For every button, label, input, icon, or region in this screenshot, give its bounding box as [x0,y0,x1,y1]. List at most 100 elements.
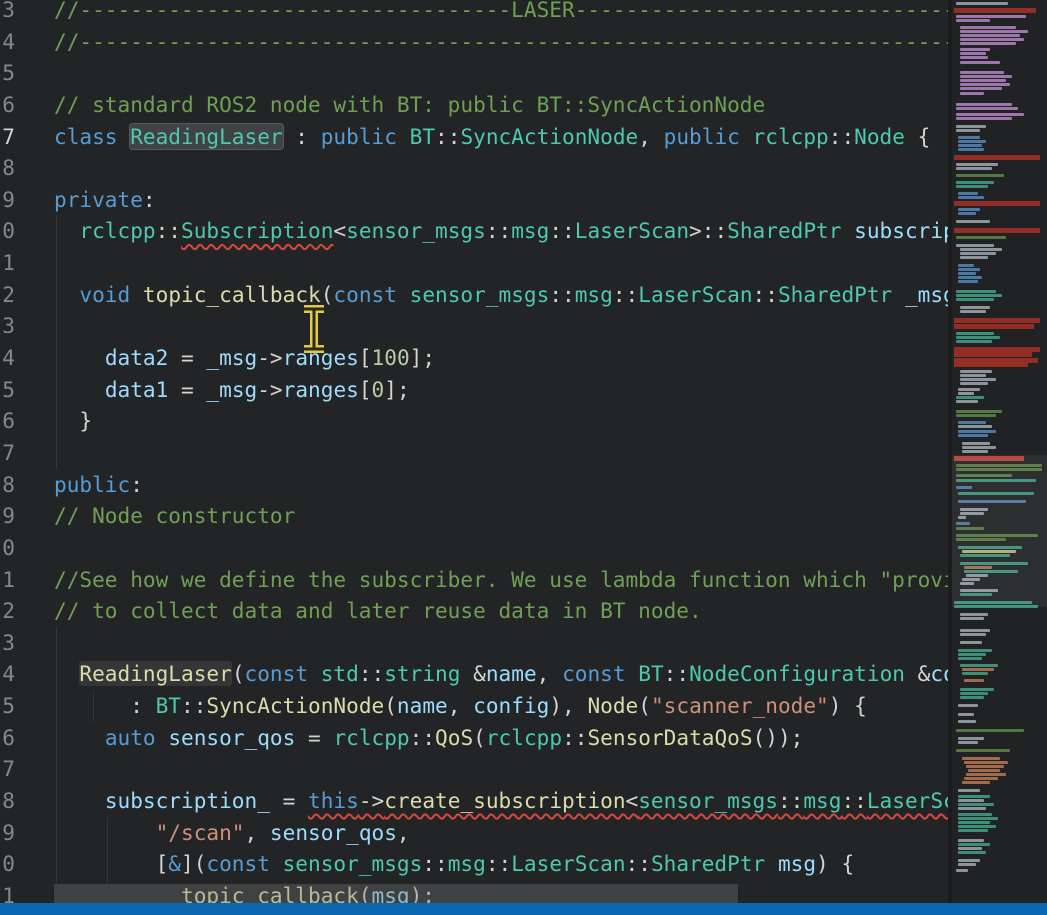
code-text [15,437,54,469]
minimap-line [960,34,1020,37]
line-number: 3 [0,310,15,342]
code-line[interactable]: 9// Node constructor [0,500,950,532]
code-line[interactable]: 7class ReadingLaser : public BT::SyncAct… [0,121,950,153]
code-line[interactable]: 6 auto sensor_qos = rclcpp::QoS(rclcpp::… [0,722,950,754]
minimap-line [964,777,998,780]
line-number: 8 [0,152,15,184]
code-line[interactable]: 5 [0,57,950,89]
minimap-line [958,737,984,740]
line-number: 7 [0,437,15,469]
minimap-line [956,163,998,166]
line-number: 0 [0,532,15,564]
minimap-line [966,765,1004,768]
minimap-line [958,136,980,139]
minimap-line [956,125,986,128]
minimap-line [958,839,984,842]
code-text: rclcpp::Subscription<sensor_msgs::msg::L… [15,215,950,247]
code-lines: 3//----------------------------------LAS… [0,0,950,912]
minimap-line [956,396,984,399]
minimap-line [958,720,976,723]
minimap-line [956,15,1026,18]
horizontal-scrollbar[interactable] [54,884,738,903]
code-editor-pane[interactable]: 3//----------------------------------LAS… [0,0,950,915]
line-number: 6 [0,722,15,754]
minimap-line [962,450,988,453]
code-line[interactable]: 7 [0,437,950,469]
line-number: 1 [0,564,15,596]
minimap-line [956,332,994,335]
indent-guide [93,690,94,722]
minimap-line [956,298,994,301]
code-line[interactable]: 5 : BT::SyncActionNode(name, config), No… [0,690,950,722]
minimap-line [954,318,1040,323]
minimap-line [966,773,1006,776]
code-line[interactable]: 6 } [0,405,950,437]
minimap-line [958,208,980,211]
minimap-line [958,392,974,395]
code-line[interactable]: 9private: [0,184,950,216]
line-number: 4 [0,26,15,58]
minimap-line [958,148,984,151]
minimap-line [954,324,1034,329]
code-line[interactable]: 4 data2 = _msg->ranges[100]; [0,342,950,374]
minimap-line [960,688,994,691]
minimap-line [960,306,990,309]
minimap-line [964,679,984,682]
minimap-line [958,276,982,279]
code-line[interactable]: 3 [0,310,950,342]
code-line[interactable]: 5 data1 = _msg->ranges[0]; [0,374,950,406]
minimap-line [960,252,996,255]
minimap-slider[interactable] [952,455,1047,607]
line-number: 2 [0,595,15,627]
code-text: [&](const sensor_msgs::msg::LaserScan::S… [15,848,854,880]
code-line[interactable]: 8 subscription_ = this->create_subscript… [0,785,950,817]
code-text: // to collect data and later reuse data … [15,595,702,627]
minimap-line [960,378,996,381]
minimap-line [960,310,986,313]
minimap-line [958,799,984,802]
line-number: 5 [0,57,15,89]
minimap-line [958,789,980,792]
code-line[interactable]: 1//See how we define the subscriber. We … [0,564,950,596]
vscode-editor-window: { "editor": { "background_color": "#2324… [0,0,1047,915]
code-line[interactable]: 0 rclcpp::Subscription<sensor_msgs::msg:… [0,215,950,247]
minimap-line [960,256,988,259]
code-line[interactable]: 1 [0,247,950,279]
code-text [15,532,54,564]
code-line[interactable]: 8public: [0,469,950,501]
minimap-line [958,713,974,716]
line-number: 6 [0,89,15,121]
line-number: 9 [0,817,15,849]
code-line[interactable]: 3 [0,627,950,659]
code-line[interactable]: 6// standard ROS2 node with BT: public B… [0,89,950,121]
code-line[interactable]: 4 ReadingLaser(const std::string &name, … [0,658,950,690]
code-line[interactable]: 0 [0,532,950,564]
code-text: "/scan", sensor_qos, [15,817,410,849]
minimap-line [956,290,996,293]
code-line[interactable]: 7 [0,753,950,785]
code-line[interactable]: 0 [&](const sensor_msgs::msg::LaserScan:… [0,848,950,880]
minimap-line [960,641,982,644]
minimap-line [958,829,988,832]
minimap-line [958,192,978,195]
code-text: class ReadingLaser : public BT::SyncActi… [15,121,930,153]
line-number: 9 [0,184,15,216]
minimap-line [958,434,988,437]
indent-guide [56,627,57,884]
minimap-line [960,52,986,55]
code-text [15,310,54,342]
minimap-line [956,340,992,343]
code-line[interactable]: 2 void topic_callback(const sensor_msgs:… [0,279,950,311]
code-line[interactable]: 9 "/scan", sensor_qos, [0,817,950,849]
code-line[interactable]: 4//-------------------------------------… [0,26,950,58]
code-text: subscription_ = this->create_subscriptio… [15,785,950,817]
minimap-line [958,807,986,810]
code-line[interactable]: 2// to collect data and later reuse data… [0,595,950,627]
minimap-line [958,212,976,215]
minimap-line [960,56,988,59]
code-line[interactable]: 3//----------------------------------LAS… [0,0,950,26]
code-line[interactable]: 8 [0,152,950,184]
minimap-line [958,847,982,850]
minimap[interactable] [952,0,1047,903]
line-number: 4 [0,342,15,374]
